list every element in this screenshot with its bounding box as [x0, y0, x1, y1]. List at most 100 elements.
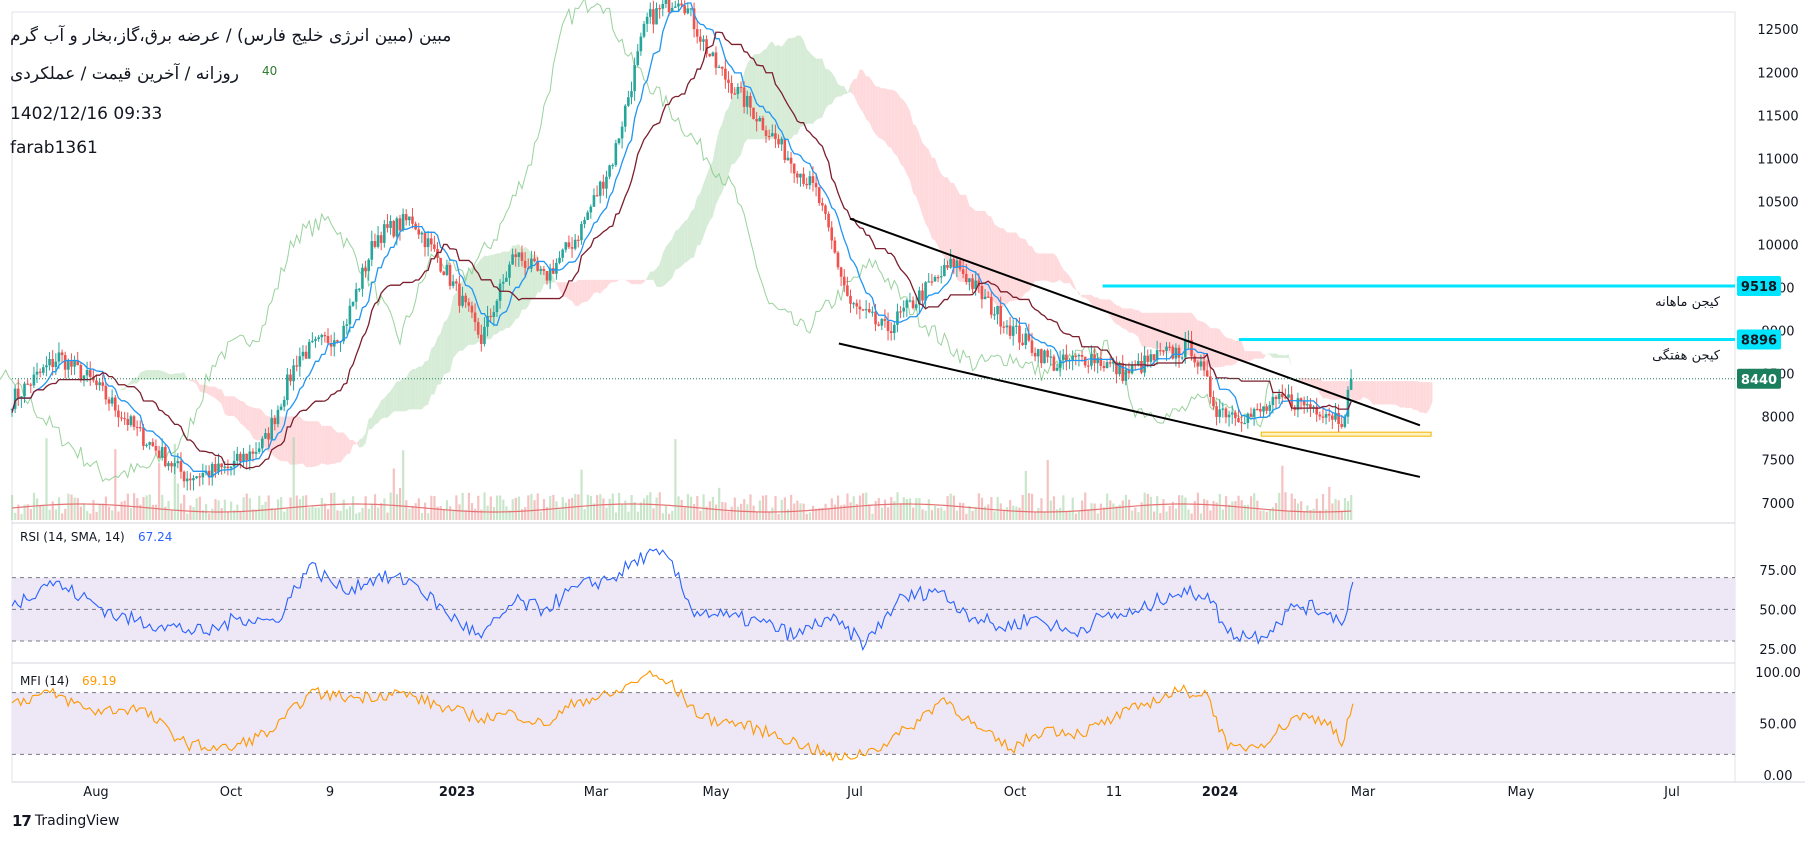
candle-body — [1006, 326, 1009, 328]
candle-body — [399, 218, 402, 230]
volume-bar — [1147, 494, 1149, 520]
volume-bar — [524, 507, 526, 520]
symbol-title: مبین (مبین انرژی خلیج فارس) / عرضه برق،گ… — [10, 26, 451, 46]
candle-body — [696, 29, 699, 37]
candle-body — [502, 282, 505, 284]
price-tick-label: 7000 — [1761, 497, 1794, 512]
cloud-segment — [303, 420, 306, 467]
volume-bar — [652, 508, 654, 520]
candle-body — [533, 259, 536, 262]
cloud-segment — [1066, 272, 1069, 283]
volume-bar — [668, 514, 670, 520]
cloud-segment — [322, 426, 325, 464]
volume-bar — [1015, 507, 1017, 520]
cloud-segment — [735, 88, 738, 163]
cloud-segment — [1032, 246, 1035, 286]
volume-bar — [20, 514, 22, 520]
candle-body — [1268, 405, 1271, 411]
cloud-segment — [300, 416, 303, 463]
volume-bar — [737, 507, 739, 520]
volume-bar — [906, 499, 908, 520]
candle-body — [912, 300, 915, 308]
volume-bar — [1065, 512, 1067, 520]
volume-bar — [1022, 495, 1024, 520]
candle-body — [267, 433, 270, 439]
rsi-title: RSI (14, SMA, 14) — [20, 530, 125, 544]
candle-body — [818, 187, 821, 203]
volume-bar — [1050, 501, 1052, 520]
cloud-segment — [281, 416, 284, 461]
volume-bar — [1153, 512, 1155, 520]
volume-bar — [1056, 509, 1058, 520]
volume-bar — [662, 513, 664, 520]
chart-area[interactable]: کیجن ماهانهکیجن هفتگی1250012000115001100… — [0, 0, 1811, 852]
candle-body — [1162, 350, 1165, 351]
candle-body — [173, 463, 176, 466]
candle-body — [73, 360, 76, 366]
volume-bar — [227, 511, 229, 520]
volume-bar — [965, 514, 967, 520]
cloud-segment — [1220, 329, 1223, 367]
volume-bar — [149, 494, 151, 520]
tradingview-brand[interactable]: 17 TradingView — [12, 812, 119, 830]
volume-bar — [405, 500, 407, 520]
volume-bar — [180, 503, 182, 520]
price-tick-label: 12000 — [1757, 66, 1798, 81]
candle-body — [599, 182, 602, 196]
candle-body — [1250, 414, 1253, 417]
candle-body — [849, 296, 852, 304]
candle-body — [640, 37, 643, 52]
candle-body — [108, 399, 111, 403]
volume-bar — [330, 493, 332, 520]
candle-body — [796, 174, 799, 178]
cloud-segment — [926, 146, 929, 229]
candle-body — [749, 96, 752, 108]
volume-bar — [74, 498, 76, 520]
rsi-value: 67.24 — [138, 530, 172, 544]
cloud-segment — [1088, 295, 1091, 304]
candle-body — [1103, 366, 1106, 368]
candle-body — [345, 324, 348, 326]
volume-bar — [1272, 507, 1274, 520]
candle-body — [80, 365, 83, 380]
candle-body — [812, 176, 815, 183]
candle-body — [1081, 355, 1084, 357]
volume-bar — [249, 498, 251, 520]
volume-bar — [530, 494, 532, 520]
volume-bar — [1338, 500, 1340, 520]
candle-body — [158, 451, 161, 458]
candle-body — [586, 212, 589, 220]
cloud-segment — [297, 416, 300, 464]
volume-bar — [850, 502, 852, 520]
candle-body — [868, 309, 871, 312]
volume-bar — [1012, 506, 1014, 520]
candle-body — [439, 258, 442, 272]
volume-bar — [1200, 514, 1202, 520]
candle-body — [396, 218, 399, 236]
volume-bar — [95, 512, 97, 520]
volume-bar — [221, 508, 223, 520]
cloud-segment — [904, 100, 907, 174]
volume-bar — [859, 496, 861, 520]
cloud-segment — [1273, 354, 1276, 358]
candle-body — [968, 278, 971, 282]
candle-body — [1078, 355, 1081, 356]
cloud-segment — [804, 40, 807, 125]
volume-bar — [934, 506, 936, 520]
candle-body — [1159, 350, 1162, 351]
time-tick-label: Jul — [846, 785, 863, 800]
volume-bar — [656, 498, 658, 520]
candle-body — [289, 375, 292, 382]
candle-body — [677, 4, 680, 7]
cloud-segment — [315, 421, 318, 466]
cloud-segment — [610, 280, 613, 284]
falling-wedge-upper-line — [850, 219, 1420, 426]
candle-body — [699, 37, 702, 42]
cloud-segment — [344, 433, 347, 459]
volume-bar — [590, 496, 592, 520]
candle-body — [29, 384, 32, 385]
volume-bar — [824, 504, 826, 520]
cloud-segment — [1417, 381, 1420, 412]
cloud-segment — [613, 280, 616, 282]
candle-body — [192, 478, 195, 480]
